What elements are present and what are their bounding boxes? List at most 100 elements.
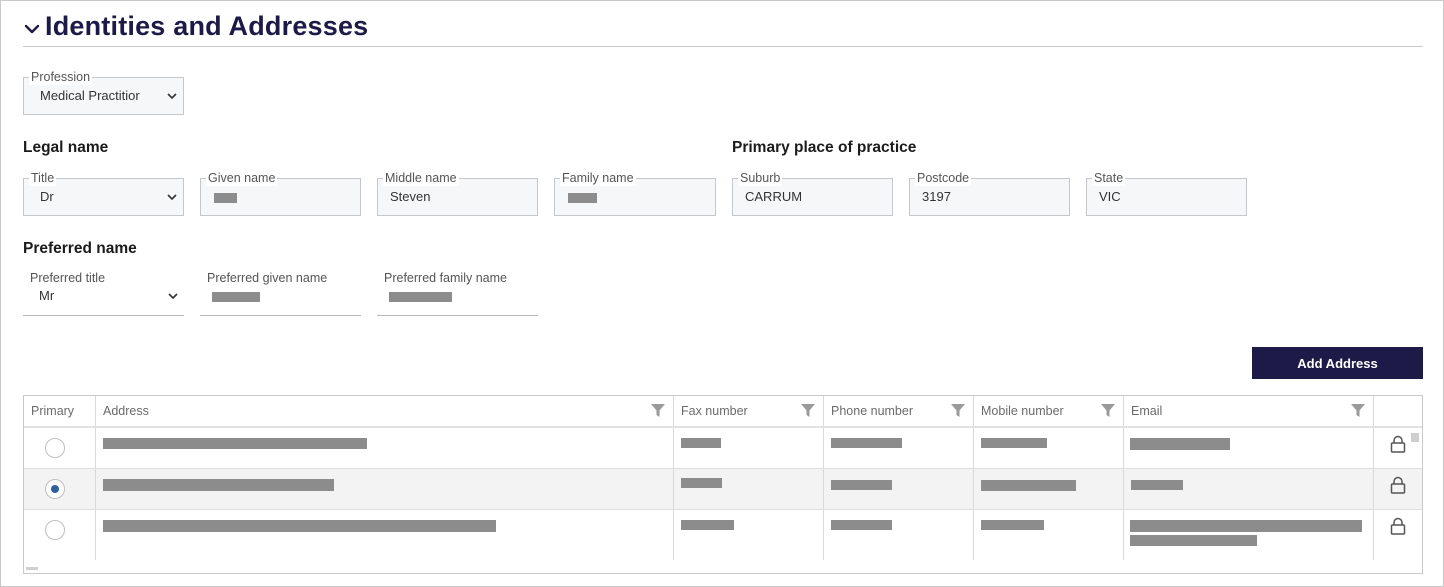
filter-icon[interactable] — [1351, 404, 1365, 418]
redacted-value — [681, 520, 734, 530]
column-header-primary[interactable]: Primary — [24, 396, 96, 426]
column-label: Phone number — [831, 404, 914, 418]
middle-name-value: Steven — [390, 189, 431, 204]
fax-cell — [674, 428, 824, 468]
email-cell — [1124, 510, 1374, 560]
preferred-given-name-field[interactable]: Preferred given name — [200, 271, 361, 316]
primary-radio[interactable] — [45, 438, 65, 458]
family-name-field[interactable]: Family name — [554, 170, 716, 216]
fax-cell — [674, 510, 824, 560]
middle-name-field[interactable]: Middle name Steven — [377, 170, 538, 216]
primary-radio[interactable] — [45, 479, 65, 499]
column-header-phone[interactable]: Phone number — [824, 396, 974, 426]
phone-cell — [824, 469, 974, 509]
redacted-value — [831, 520, 892, 530]
column-label: Mobile number — [981, 404, 1064, 418]
title-value: Dr — [40, 189, 54, 204]
table-row[interactable] — [24, 469, 1422, 510]
primary-cell — [24, 510, 96, 560]
legal-name-heading: Legal name — [23, 139, 109, 156]
suburb-field[interactable]: Suburb CARRUM — [732, 170, 893, 216]
suburb-label: Suburb — [738, 170, 783, 186]
column-label: Email — [1131, 404, 1163, 418]
middle-name-label: Middle name — [383, 170, 459, 186]
given-name-label: Given name — [206, 170, 278, 186]
redacted-value — [1130, 438, 1230, 450]
preferred-family-name-label: Preferred family name — [384, 271, 507, 285]
redacted-value — [568, 193, 597, 203]
filter-icon[interactable] — [1101, 404, 1115, 418]
chevron-down-icon — [168, 293, 178, 300]
profession-value: Medical Practitior — [40, 88, 140, 103]
address-cell — [96, 428, 674, 468]
address-cell — [96, 469, 674, 509]
redacted-value — [681, 438, 721, 448]
filter-icon[interactable] — [651, 404, 665, 418]
practice-heading: Primary place of practice — [732, 139, 917, 156]
state-label: State — [1092, 170, 1126, 186]
primary-cell — [24, 469, 96, 509]
redacted-value — [981, 520, 1044, 530]
column-header-address[interactable]: Address — [96, 396, 674, 426]
mobile-cell — [974, 510, 1124, 560]
redacted-value — [212, 292, 260, 302]
postcode-field[interactable]: Postcode 3197 — [909, 170, 1070, 216]
primary-cell — [24, 428, 96, 468]
redacted-value — [103, 438, 367, 449]
redacted-value — [981, 480, 1076, 491]
address-table: Primary Address Fax number Phone number … — [23, 395, 1423, 574]
chevron-down-icon — [167, 93, 177, 100]
fax-cell — [674, 469, 824, 509]
family-name-label: Family name — [560, 170, 636, 186]
redacted-value — [681, 478, 722, 488]
horizontal-scrollbar[interactable] — [26, 567, 38, 570]
title-select[interactable]: Title Dr — [23, 170, 184, 216]
redacted-value — [1130, 520, 1362, 532]
profession-label: Profession — [29, 69, 93, 85]
add-address-button[interactable]: Add Address — [1252, 347, 1423, 379]
profession-select[interactable]: Profession Medical Practitior — [23, 69, 184, 115]
mobile-cell — [974, 428, 1124, 468]
section-title: Identities and Addresses — [45, 10, 369, 41]
column-header-actions — [1374, 396, 1422, 426]
vertical-scrollbar[interactable] — [1411, 433, 1419, 442]
postcode-value: 3197 — [922, 189, 951, 204]
redacted-value — [214, 193, 237, 203]
column-label: Fax number — [681, 404, 748, 418]
column-header-mobile[interactable]: Mobile number — [974, 396, 1124, 426]
phone-cell — [824, 428, 974, 468]
email-cell — [1124, 469, 1374, 509]
phone-cell — [824, 510, 974, 560]
section-header[interactable]: Identities and Addresses — [23, 6, 368, 46]
chevron-down-icon[interactable] — [23, 20, 41, 38]
title-label: Title — [29, 170, 57, 186]
filter-icon[interactable] — [801, 404, 815, 418]
redacted-value — [831, 480, 892, 490]
lock-cell — [1374, 469, 1422, 509]
preferred-title-select[interactable]: Preferred title Mr — [23, 271, 184, 316]
suburb-value: CARRUM — [745, 189, 803, 204]
preferred-given-name-label: Preferred given name — [207, 271, 328, 285]
section-divider — [23, 46, 1423, 47]
column-label: Primary — [31, 404, 75, 418]
email-cell — [1124, 428, 1374, 468]
column-header-fax[interactable]: Fax number — [674, 396, 824, 426]
redacted-value — [103, 479, 334, 491]
lock-icon[interactable] — [1390, 517, 1406, 535]
state-field[interactable]: State VIC — [1086, 170, 1247, 216]
postcode-label: Postcode — [915, 170, 972, 186]
table-row[interactable] — [24, 510, 1422, 560]
lock-icon[interactable] — [1390, 435, 1406, 453]
primary-radio[interactable] — [45, 520, 65, 540]
column-header-email[interactable]: Email — [1124, 396, 1374, 426]
preferred-name-heading: Preferred name — [23, 240, 137, 257]
redacted-value — [389, 292, 452, 302]
filter-icon[interactable] — [951, 404, 965, 418]
given-name-field[interactable]: Given name — [200, 170, 361, 216]
lock-icon[interactable] — [1390, 476, 1406, 494]
table-row[interactable] — [24, 428, 1422, 469]
preferred-family-name-field[interactable]: Preferred family name — [377, 271, 538, 316]
preferred-title-value: Mr — [39, 288, 55, 303]
column-label: Address — [103, 404, 149, 418]
preferred-title-label: Preferred title — [30, 271, 106, 285]
